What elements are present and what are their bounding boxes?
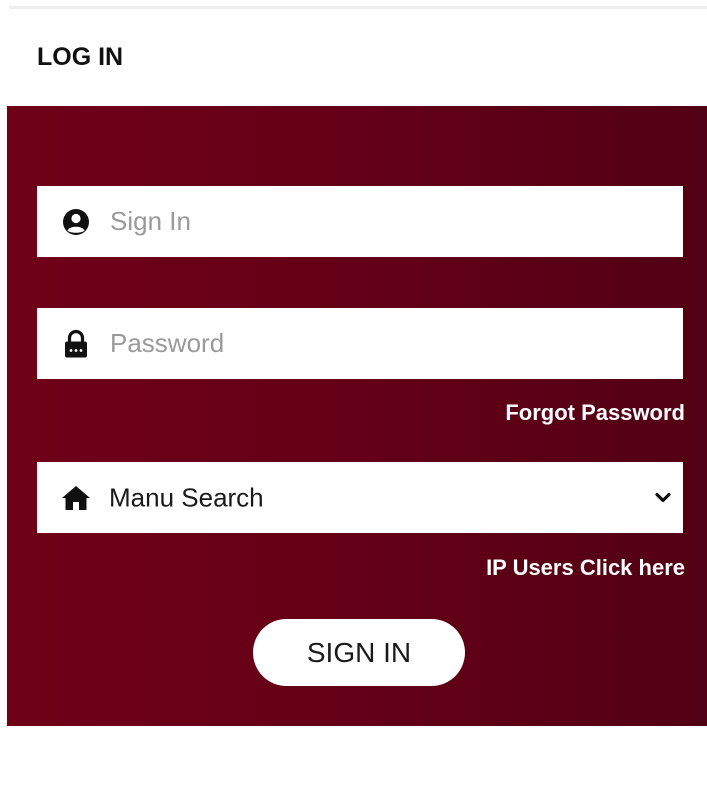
forgot-password-link[interactable]: Forgot Password: [505, 400, 685, 426]
username-input[interactable]: [110, 186, 650, 257]
chevron-down-icon: [653, 488, 673, 508]
password-input[interactable]: [110, 308, 650, 379]
select-selected-value: Manu Search: [109, 482, 264, 512]
password-field[interactable]: [37, 308, 683, 379]
sign-in-button[interactable]: SIGN IN: [253, 619, 465, 686]
user-circle-icon: [61, 207, 91, 237]
login-page: LOG IN Sign In Forgot Password Manu Sear…: [0, 0, 707, 806]
login-panel: Forgot Password Manu Search IP Users Cli…: [7, 106, 707, 726]
ip-users-link[interactable]: IP Users Click here: [486, 555, 685, 581]
home-icon: [61, 483, 91, 513]
username-field[interactable]: [37, 186, 683, 257]
top-divider: [9, 6, 707, 9]
lock-icon: [61, 329, 91, 359]
database-select[interactable]: Manu Search: [37, 462, 683, 533]
page-title: LOG IN: [37, 43, 124, 71]
